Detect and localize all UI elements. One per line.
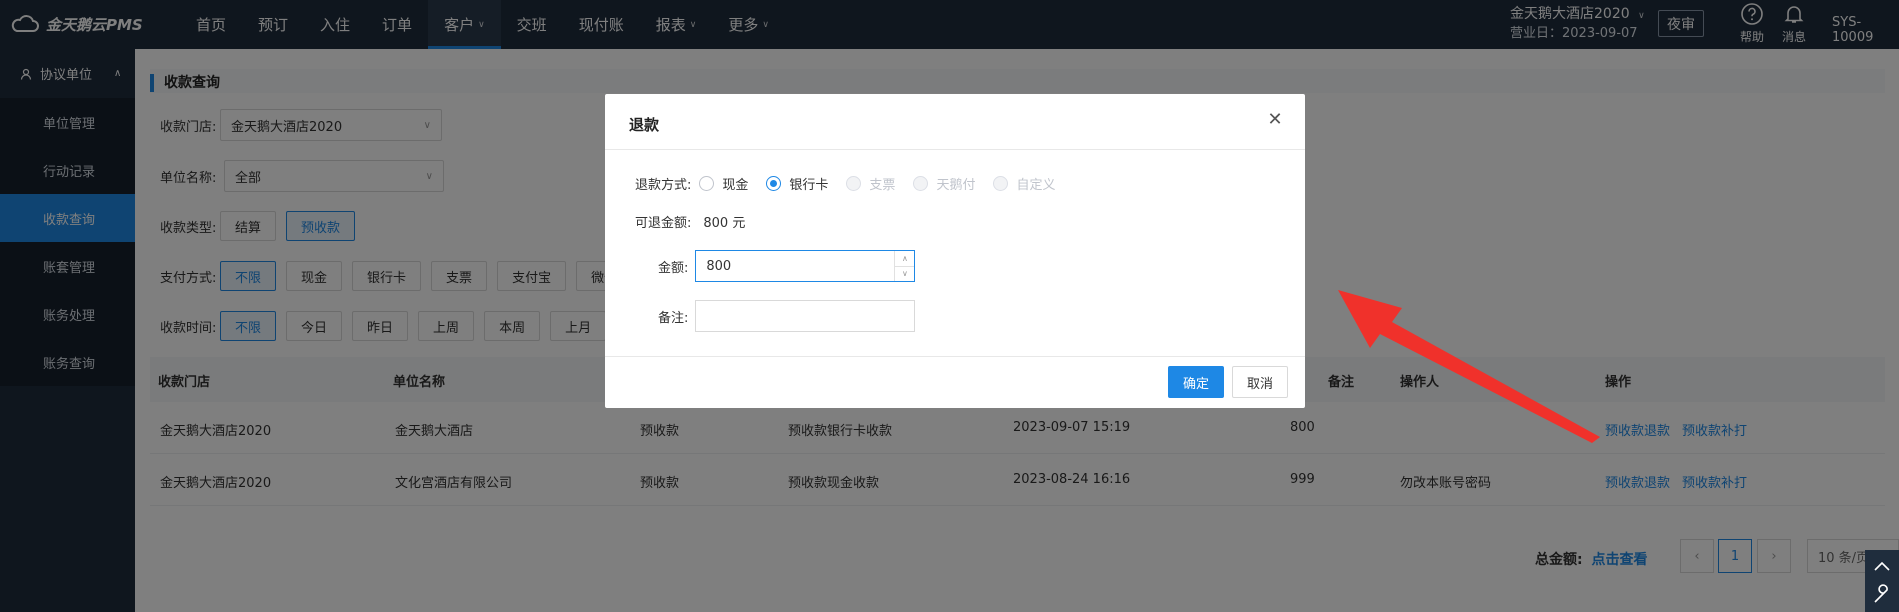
cancel-button[interactable]: 取消 xyxy=(1232,366,1288,398)
amount-input[interactable]: 800 ∧ ∨ xyxy=(695,250,916,282)
red-arrow-annotation xyxy=(1338,290,1600,443)
radio-circle xyxy=(993,176,1009,191)
radio-label: 自定义 xyxy=(1016,178,1056,193)
collapse-up-icon xyxy=(1874,561,1890,571)
amount-label: 金额: xyxy=(658,260,689,276)
refundable-value: 800 元 xyxy=(703,216,746,231)
refundable-row: 可退金额: 800 元 xyxy=(635,212,745,231)
wrench-icon xyxy=(1874,584,1888,603)
refund-dialog: 退款 ✕ 退款方式: 现金 银行卡 支票 天鹅付 自定义 可退金额: 800 元 金额:… xyxy=(605,94,1305,408)
floating-toolbox[interactable] xyxy=(1865,550,1899,612)
divider xyxy=(605,149,1305,150)
note-row: 备注: xyxy=(658,300,916,332)
radio-label: 现金 xyxy=(722,178,749,193)
increment-icon[interactable]: ∧ xyxy=(895,251,915,267)
radio-label: 银行卡 xyxy=(789,178,829,193)
refund-method-label: 退款方式: xyxy=(635,178,692,193)
refund-method-radio-1[interactable]: 银行卡 xyxy=(766,174,828,193)
amount-value: 800 xyxy=(706,258,732,274)
refund-method-radio-2: 支票 xyxy=(846,174,895,193)
radio-circle xyxy=(913,176,929,191)
radio-label: 天鹅付 xyxy=(936,178,976,193)
amount-stepper: ∧ ∨ xyxy=(894,251,915,282)
radio-circle xyxy=(699,176,715,191)
note-label: 备注: xyxy=(658,310,689,326)
confirm-button[interactable]: 确定 xyxy=(1168,366,1224,398)
refund-method-radio-3: 天鹅付 xyxy=(913,174,975,193)
radio-label: 支票 xyxy=(869,178,896,193)
refundable-label: 可退金额: xyxy=(635,216,692,231)
radio-circle xyxy=(766,176,782,191)
refund-method-radio-4: 自定义 xyxy=(993,174,1055,193)
decrement-icon[interactable]: ∨ xyxy=(895,267,914,282)
refund-method-row: 退款方式: 现金 银行卡 支票 天鹅付 自定义 xyxy=(635,174,1073,193)
dialog-title: 退款 xyxy=(629,116,660,134)
radio-circle xyxy=(846,176,862,191)
amount-row: 金额: 800 ∧ ∨ xyxy=(658,250,916,282)
note-input[interactable] xyxy=(695,300,916,332)
divider xyxy=(605,356,1305,357)
refund-method-radio-0[interactable]: 现金 xyxy=(699,174,748,193)
close-icon[interactable]: ✕ xyxy=(1265,110,1285,130)
